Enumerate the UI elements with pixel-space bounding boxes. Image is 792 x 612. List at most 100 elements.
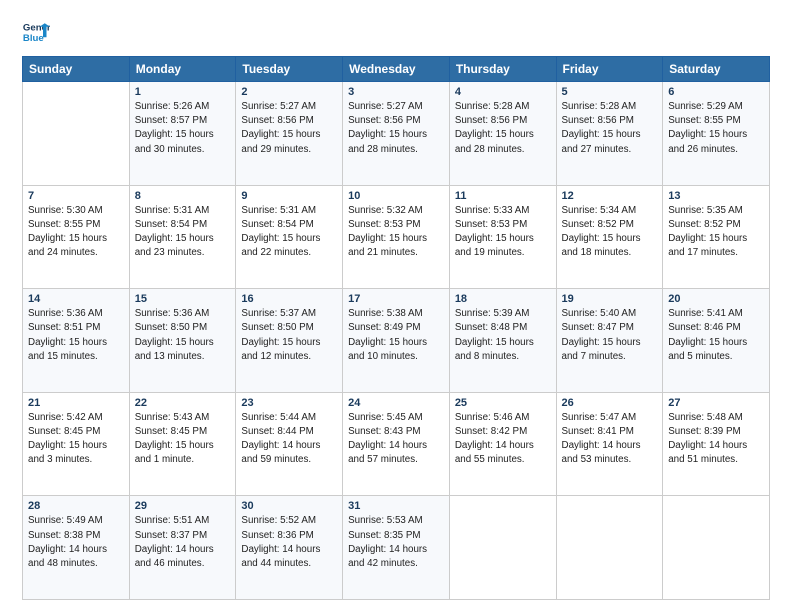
- logo-icon: General Blue: [22, 18, 50, 46]
- day-number: 24: [348, 397, 444, 409]
- day-number: 17: [348, 293, 444, 305]
- calendar-cell: 18 Sunrise: 5:39 AMSunset: 8:48 PMDayligh…: [449, 289, 556, 393]
- day-info: Sunrise: 5:42 AMSunset: 8:45 PMDaylight:…: [28, 411, 124, 468]
- calendar-cell: 25Sunrise: 5:46 AMSunset: 8:42 PMDayligh…: [449, 392, 556, 496]
- day-number: 19: [562, 293, 658, 305]
- day-number: 9: [241, 190, 337, 202]
- day-number: 30: [241, 500, 337, 512]
- day-number: 8: [135, 190, 231, 202]
- day-number: 13: [668, 190, 764, 202]
- calendar-cell: 19 Sunrise: 5:40 AMSunset: 8:47 PMDayligh…: [556, 289, 663, 393]
- day-info: Sunrise: 5:30 AMSunset: 8:55 PMDaylight:…: [28, 204, 124, 261]
- calendar-cell: [23, 82, 130, 186]
- calendar-cell: 10Sunrise: 5:32 AMSunset: 8:53 PMDayligh…: [343, 185, 450, 289]
- day-info: Sunrise: 5:27 AMSunset: 8:56 PMDaylight:…: [348, 100, 444, 157]
- calendar-cell: 27Sunrise: 5:48 AMSunset: 8:39 PMDayligh…: [663, 392, 770, 496]
- calendar-cell: 12Sunrise: 5:34 AMSunset: 8:52 PMDayligh…: [556, 185, 663, 289]
- day-info: Sunrise: 5:26 AMSunset: 8:57 PMDaylight:…: [135, 100, 231, 157]
- logo: General Blue: [22, 18, 50, 46]
- day-info: Sunrise: 5:28 AMSunset: 8:56 PMDaylight:…: [562, 100, 658, 157]
- day-number: 6: [668, 86, 764, 98]
- day-info: Sunrise: 5:45 AMSunset: 8:43 PMDaylight:…: [348, 411, 444, 468]
- calendar-cell: 14Sunrise: 5:36 AMSunset: 8:51 PMDayligh…: [23, 289, 130, 393]
- weekday-header: Tuesday: [236, 57, 343, 82]
- day-number: 15: [135, 293, 231, 305]
- day-info: Sunrise: 5:49 AMSunset: 8:38 PMDaylight:…: [28, 514, 124, 571]
- day-info: Sunrise: 5:53 AMSunset: 8:35 PMDaylight:…: [348, 514, 444, 571]
- calendar-cell: 1 Sunrise: 5:26 AMSunset: 8:57 PMDaylight…: [129, 82, 236, 186]
- day-number: 7: [28, 190, 124, 202]
- calendar-cell: [449, 496, 556, 600]
- weekday-header: Sunday: [23, 57, 130, 82]
- day-info: Sunrise: 5:48 AMSunset: 8:39 PMDaylight:…: [668, 411, 764, 468]
- day-number: 26: [562, 397, 658, 409]
- day-info: Sunrise: 5:41 AMSunset: 8:46 PMDaylight:…: [668, 307, 764, 364]
- svg-text:Blue: Blue: [23, 33, 44, 44]
- day-info: Sunrise: 5:31 AMSunset: 8:54 PMDaylight:…: [241, 204, 337, 261]
- calendar-cell: 21 Sunrise: 5:42 AMSunset: 8:45 PMDayligh…: [23, 392, 130, 496]
- calendar-cell: 23Sunrise: 5:44 AMSunset: 8:44 PMDayligh…: [236, 392, 343, 496]
- day-info: Sunrise: 5:31 AMSunset: 8:54 PMDaylight:…: [135, 204, 231, 261]
- calendar-header: SundayMondayTuesdayWednesdayThursdayFrid…: [23, 57, 770, 82]
- day-number: 2: [241, 86, 337, 98]
- day-number: 22: [135, 397, 231, 409]
- day-number: 11: [455, 190, 551, 202]
- header: General Blue: [22, 18, 770, 46]
- calendar-cell: 8 Sunrise: 5:31 AMSunset: 8:54 PMDaylight…: [129, 185, 236, 289]
- calendar-cell: 24 Sunrise: 5:45 AMSunset: 8:43 PMDayligh…: [343, 392, 450, 496]
- day-info: Sunrise: 5:27 AMSunset: 8:56 PMDaylight:…: [241, 100, 337, 157]
- calendar-cell: 29 Sunrise: 5:51 AMSunset: 8:37 PMDayligh…: [129, 496, 236, 600]
- calendar-cell: [556, 496, 663, 600]
- day-info: Sunrise: 5:33 AMSunset: 8:53 PMDaylight:…: [455, 204, 551, 261]
- day-number: 4: [455, 86, 551, 98]
- weekday-row: SundayMondayTuesdayWednesdayThursdayFrid…: [23, 57, 770, 82]
- calendar-cell: 17 Sunrise: 5:38 AMSunset: 8:49 PMDayligh…: [343, 289, 450, 393]
- calendar-table: SundayMondayTuesdayWednesdayThursdayFrid…: [22, 56, 770, 600]
- calendar-cell: 11 Sunrise: 5:33 AMSunset: 8:53 PMDayligh…: [449, 185, 556, 289]
- day-info: Sunrise: 5:40 AMSunset: 8:47 PMDaylight:…: [562, 307, 658, 364]
- day-number: 1: [135, 86, 231, 98]
- day-info: Sunrise: 5:47 AMSunset: 8:41 PMDaylight:…: [562, 411, 658, 468]
- day-info: Sunrise: 5:36 AMSunset: 8:50 PMDaylight:…: [135, 307, 231, 364]
- weekday-header: Thursday: [449, 57, 556, 82]
- day-number: 29: [135, 500, 231, 512]
- day-number: 21: [28, 397, 124, 409]
- day-number: 14: [28, 293, 124, 305]
- day-number: 5: [562, 86, 658, 98]
- calendar-week-row: 14Sunrise: 5:36 AMSunset: 8:51 PMDayligh…: [23, 289, 770, 393]
- day-number: 3: [348, 86, 444, 98]
- calendar-week-row: 21 Sunrise: 5:42 AMSunset: 8:45 PMDayligh…: [23, 392, 770, 496]
- day-info: Sunrise: 5:39 AMSunset: 8:48 PMDaylight:…: [455, 307, 551, 364]
- calendar-cell: 13 Sunrise: 5:35 AMSunset: 8:52 PMDayligh…: [663, 185, 770, 289]
- calendar-page: General Blue SundayMondayTuesdayWednesda…: [0, 0, 792, 612]
- weekday-header: Monday: [129, 57, 236, 82]
- day-info: Sunrise: 5:38 AMSunset: 8:49 PMDaylight:…: [348, 307, 444, 364]
- day-info: Sunrise: 5:35 AMSunset: 8:52 PMDaylight:…: [668, 204, 764, 261]
- calendar-cell: [663, 496, 770, 600]
- calendar-cell: 31Sunrise: 5:53 AMSunset: 8:35 PMDayligh…: [343, 496, 450, 600]
- day-number: 18: [455, 293, 551, 305]
- calendar-cell: 3 Sunrise: 5:27 AMSunset: 8:56 PMDaylight…: [343, 82, 450, 186]
- calendar-cell: 4Sunrise: 5:28 AMSunset: 8:56 PMDaylight…: [449, 82, 556, 186]
- day-info: Sunrise: 5:32 AMSunset: 8:53 PMDaylight:…: [348, 204, 444, 261]
- calendar-cell: 20 Sunrise: 5:41 AMSunset: 8:46 PMDayligh…: [663, 289, 770, 393]
- calendar-cell: 22 Sunrise: 5:43 AMSunset: 8:45 PMDayligh…: [129, 392, 236, 496]
- day-info: Sunrise: 5:37 AMSunset: 8:50 PMDaylight:…: [241, 307, 337, 364]
- day-number: 20: [668, 293, 764, 305]
- weekday-header: Friday: [556, 57, 663, 82]
- calendar-cell: 5 Sunrise: 5:28 AMSunset: 8:56 PMDaylight…: [556, 82, 663, 186]
- day-number: 16: [241, 293, 337, 305]
- calendar-cell: 2 Sunrise: 5:27 AMSunset: 8:56 PMDaylight…: [236, 82, 343, 186]
- weekday-header: Saturday: [663, 57, 770, 82]
- day-info: Sunrise: 5:51 AMSunset: 8:37 PMDaylight:…: [135, 514, 231, 571]
- day-info: Sunrise: 5:29 AMSunset: 8:55 PMDaylight:…: [668, 100, 764, 157]
- calendar-cell: 26 Sunrise: 5:47 AMSunset: 8:41 PMDayligh…: [556, 392, 663, 496]
- calendar-cell: 9 Sunrise: 5:31 AMSunset: 8:54 PMDaylight…: [236, 185, 343, 289]
- day-info: Sunrise: 5:43 AMSunset: 8:45 PMDaylight:…: [135, 411, 231, 468]
- calendar-cell: 28Sunrise: 5:49 AMSunset: 8:38 PMDayligh…: [23, 496, 130, 600]
- day-info: Sunrise: 5:52 AMSunset: 8:36 PMDaylight:…: [241, 514, 337, 571]
- calendar-cell: 16 Sunrise: 5:37 AMSunset: 8:50 PMDayligh…: [236, 289, 343, 393]
- calendar-cell: 15 Sunrise: 5:36 AMSunset: 8:50 PMDayligh…: [129, 289, 236, 393]
- weekday-header: Wednesday: [343, 57, 450, 82]
- day-info: Sunrise: 5:46 AMSunset: 8:42 PMDaylight:…: [455, 411, 551, 468]
